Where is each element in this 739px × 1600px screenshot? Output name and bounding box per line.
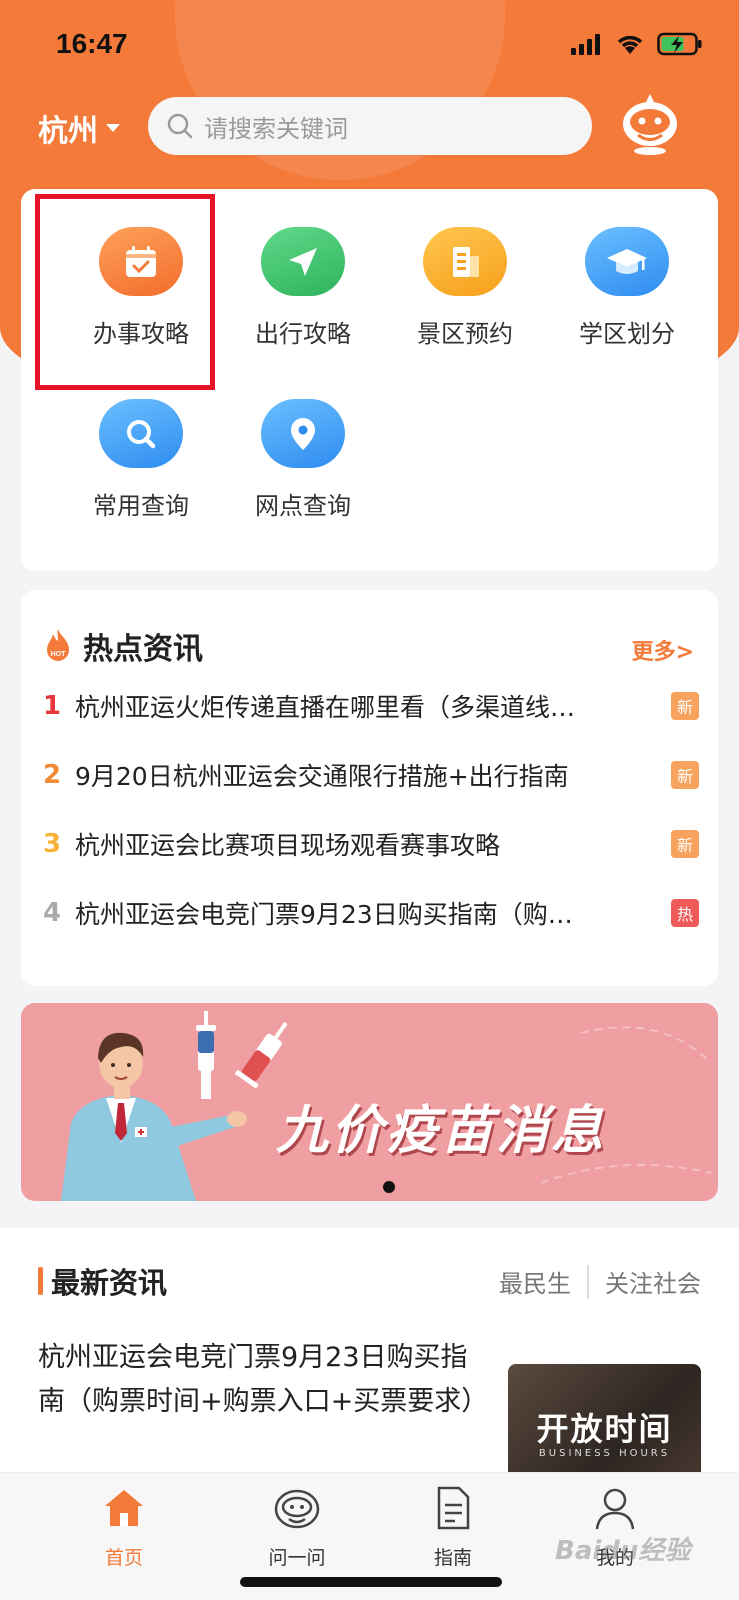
shortcut-scenic-reservation[interactable]: 景区预约 [383,189,547,349]
news-rank: 4 [43,898,62,928]
hot-news-header: HOT 热点资讯 [43,624,203,668]
news-item[interactable]: 1 杭州亚运火炬传递直播在哪里看（多渠道线… 新 [43,686,699,726]
new-badge: 新 [671,761,699,789]
hot-news-title: 热点资讯 [83,632,203,667]
thumbnail-subtitle: BUSINESS HOURS [538,1448,671,1459]
robot-icon [272,1483,322,1533]
tab-divider [587,1264,589,1299]
new-badge: 新 [671,830,699,858]
carousel-indicator [383,1181,395,1193]
tab-label: 首页 [104,1547,143,1569]
search-placeholder: 请搜索关键词 [204,114,348,143]
latest-news-tabs: 最民生 关注社会 [499,1264,701,1299]
graduation-cap-icon [585,227,669,296]
shortcut-label: 出行攻略 [255,320,351,348]
user-icon [590,1483,640,1533]
news-title: 9月20日杭州亚运会交通限行措施+出行指南 [75,762,569,791]
article-title[interactable]: 杭州亚运会电竞门票9月23日购买指南（购票时间+购票入口+买票要求） [38,1336,488,1424]
robot-assistant-icon[interactable] [620,92,680,156]
highlight-annotation [35,194,215,390]
tab-home[interactable]: 首页 [64,1483,184,1570]
search-icon [167,113,193,139]
news-item[interactable]: 4 杭州亚运会电竞门票9月23日购买指南（购… 热 [43,893,699,933]
tab-livelihood[interactable]: 最民生 [499,1264,571,1299]
latest-news-header: 最新资讯 [38,1260,167,1302]
news-rank: 3 [43,829,62,859]
news-rank: 1 [43,691,62,721]
title-accent-bar [38,1267,43,1295]
signal-icon [571,34,600,55]
tab-guide[interactable]: 指南 [393,1483,513,1570]
tab-society[interactable]: 关注社会 [605,1264,701,1299]
status-icons [571,32,703,56]
shortcut-label: 学区划分 [579,320,675,348]
shortcut-outlet-query[interactable]: 网点查询 [221,361,385,521]
search-input[interactable]: 请搜索关键词 [148,97,592,155]
hot-flame-icon: HOT [47,629,69,661]
building-icon [423,227,507,296]
shortcut-label: 常用查询 [93,492,189,520]
magnifier-icon [99,399,183,468]
hot-news-more-link[interactable]: 更多> [632,634,694,666]
news-title: 杭州亚运会比赛项目现场观看赛事攻略 [75,831,501,860]
caret-down-icon [106,124,120,132]
news-item[interactable]: 2 9月20日杭州亚运会交通限行措施+出行指南 新 [43,755,699,795]
status-time: 16:47 [56,28,128,59]
news-title: 杭州亚运会电竞门票9月23日购买指南（购… [75,900,573,929]
navigation-arrow-icon [261,227,345,296]
shortcut-school-district[interactable]: 学区划分 [545,189,709,349]
hot-badge: 热 [671,899,699,927]
document-icon [428,1483,478,1533]
new-badge: 新 [671,692,699,720]
thumbnail-title: 开放时间 [536,1410,673,1448]
home-indicator [240,1577,502,1587]
tab-ask[interactable]: 问一问 [237,1483,357,1570]
home-icon [99,1483,149,1533]
news-item[interactable]: 3 杭州亚运会比赛项目现场观看赛事攻略 新 [43,824,699,864]
banner-title: 九价疫苗消息 [276,1100,607,1161]
city-label: 杭州 [38,114,98,149]
latest-news-title: 最新资讯 [51,1266,168,1300]
city-selector[interactable]: 杭州 [38,106,122,150]
news-title: 杭州亚运火炬传递直播在哪里看（多渠道线… [75,693,576,722]
tab-label: 指南 [433,1547,472,1569]
map-pin-icon [261,399,345,468]
shortcut-label: 景区预约 [417,320,513,348]
watermark: Baidu经验 [555,1536,691,1566]
news-rank: 2 [43,760,62,790]
hot-news-card: HOT 热点资讯 更多> 1 杭州亚运火炬传递直播在哪里看（多渠道线… 新 2 … [21,590,718,986]
wifi-icon [617,35,643,54]
shortcut-travel-guide[interactable]: 出行攻略 [221,189,385,349]
tab-label: 问一问 [268,1547,326,1569]
status-bar: 16:47 [0,0,739,90]
battery-charging-icon [657,32,702,56]
svg-text:HOT: HOT [51,651,67,658]
vaccine-banner[interactable]: 九价疫苗消息 [21,1003,718,1201]
shortcut-label: 网点查询 [255,492,351,520]
